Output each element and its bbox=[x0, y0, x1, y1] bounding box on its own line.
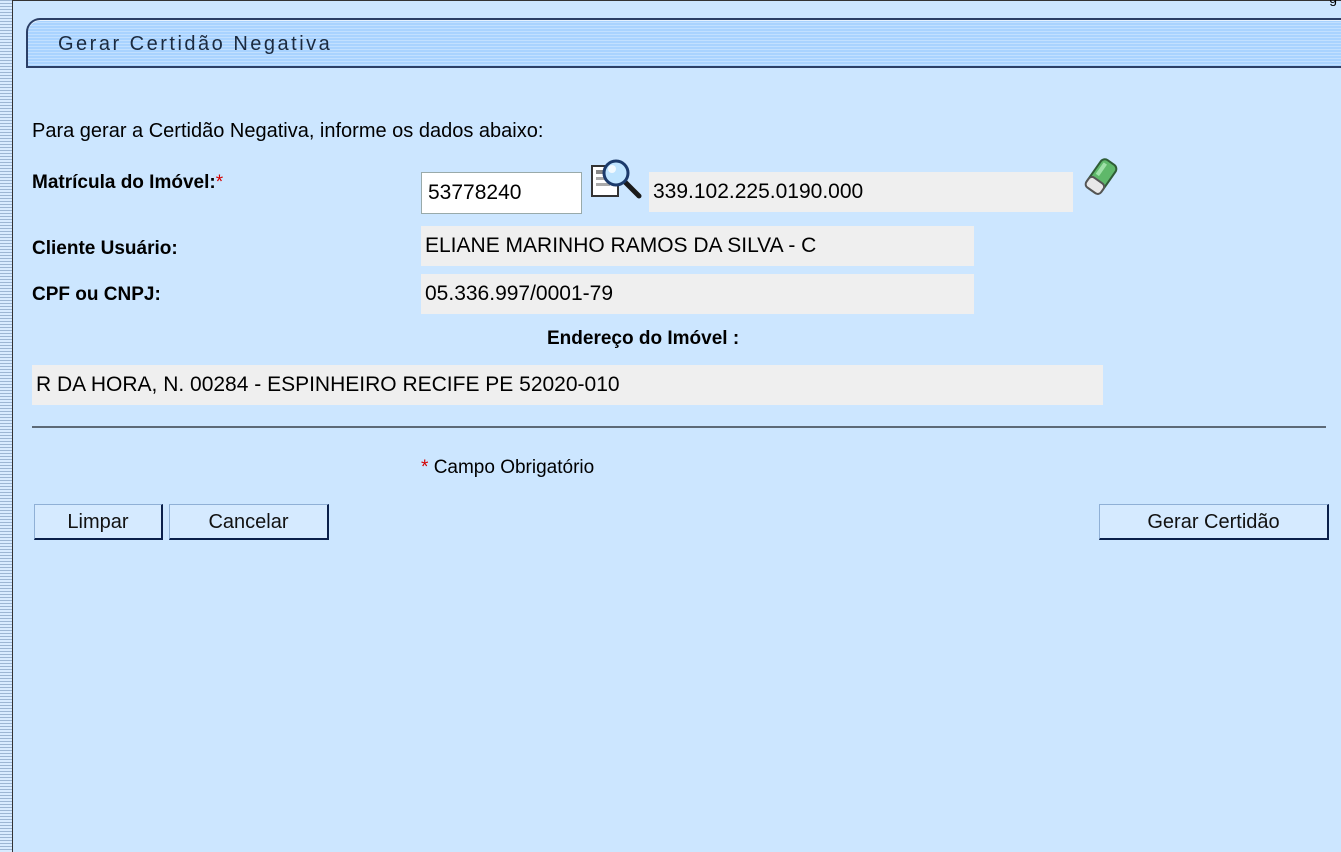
top-frame-border bbox=[12, 0, 1341, 1]
endereco-label: Endereço do Imóvel : bbox=[547, 328, 740, 349]
title-bar: Gerar Certidão Negativa bbox=[26, 18, 1341, 68]
eraser-icon[interactable] bbox=[1082, 156, 1122, 203]
mandatory-text: Campo Obrigatório bbox=[433, 457, 595, 478]
cliente-label: Cliente Usuário: bbox=[32, 238, 178, 259]
matricula-label-text: Matrícula do Imóvel: bbox=[32, 172, 216, 193]
mandatory-note: * Campo Obrigatório bbox=[421, 457, 594, 479]
limpar-button[interactable]: Limpar bbox=[34, 504, 163, 540]
intro-text: Para gerar a Certidão Negativa, informe … bbox=[32, 120, 544, 142]
matricula-input[interactable]: 53778240 bbox=[421, 172, 582, 214]
top-right-fragment: g bbox=[1329, 0, 1337, 6]
gerar-certidao-button[interactable]: Gerar Certidão bbox=[1099, 504, 1329, 540]
required-asterisk: * bbox=[215, 172, 224, 193]
cliente-field: ELIANE MARINHO RAMOS DA SILVA - C bbox=[421, 226, 974, 266]
cpf-label: CPF ou CNPJ: bbox=[32, 284, 161, 305]
matricula-label: Matrícula do Imóvel:* bbox=[32, 172, 223, 194]
endereco-field: R DA HORA, N. 00284 - ESPINHEIRO RECIFE … bbox=[32, 365, 1103, 405]
left-frame-border bbox=[12, 0, 13, 852]
cancelar-button[interactable]: Cancelar bbox=[169, 504, 329, 540]
divider bbox=[32, 426, 1326, 428]
left-frame-strip bbox=[0, 0, 12, 852]
search-icon[interactable] bbox=[589, 158, 647, 209]
cpf-field: 05.336.997/0001-79 bbox=[421, 274, 974, 314]
required-asterisk-note: * bbox=[421, 457, 429, 478]
inscricao-field: 339.102.225.0190.000 bbox=[649, 172, 1073, 212]
page-title: Gerar Certidão Negativa bbox=[58, 33, 333, 55]
